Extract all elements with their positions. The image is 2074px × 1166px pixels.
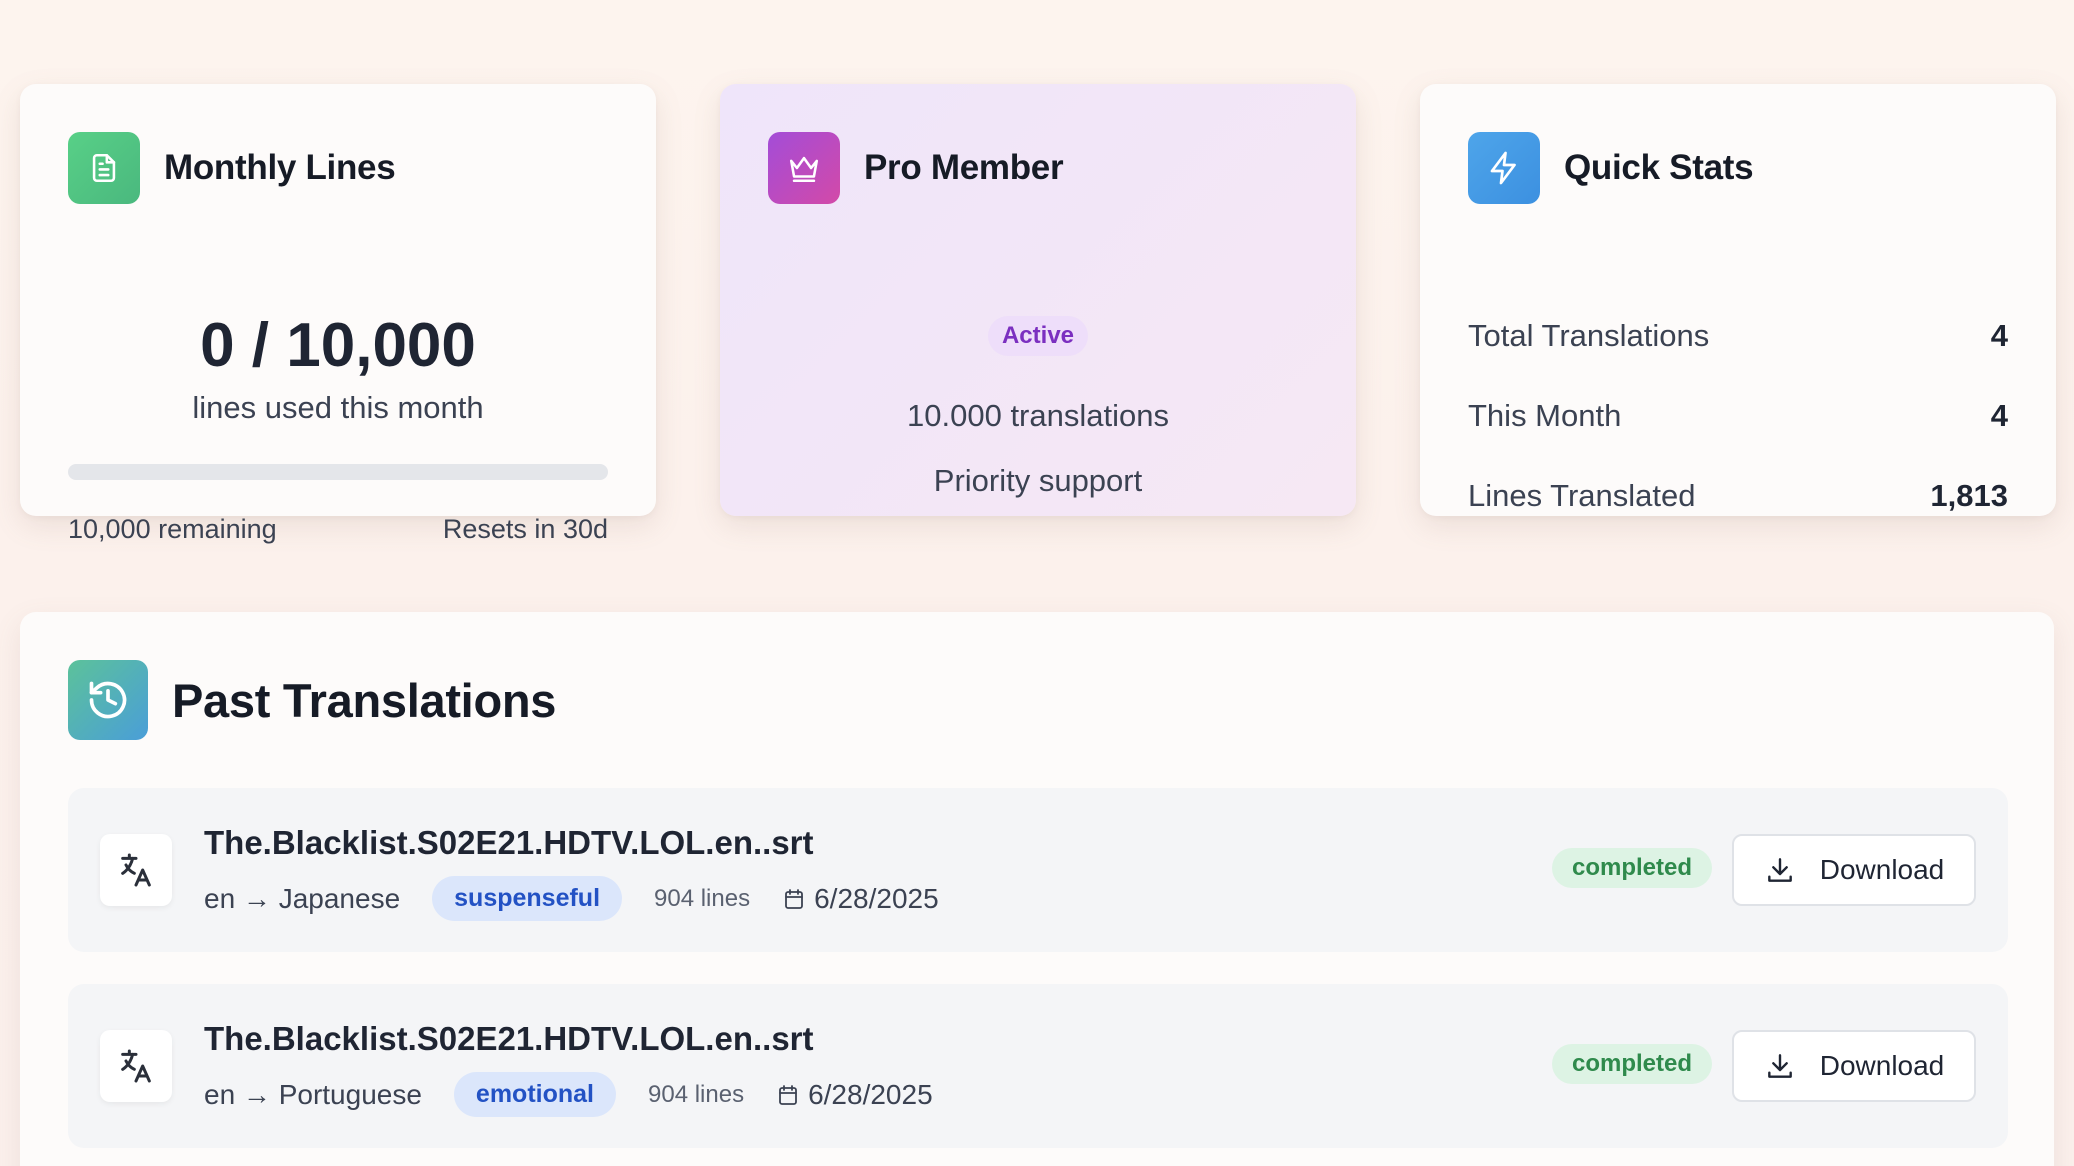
dashboard: Monthly Lines 0 / 10,000 lines used this… — [0, 0, 2074, 1166]
download-button[interactable]: Download — [1732, 834, 1976, 906]
stat-row: Total Translations 4 — [1468, 318, 2008, 354]
remaining-lines: 10,000 remaining — [68, 514, 277, 544]
quick-stats-card: Quick Stats Total Translations 4 This Mo… — [1420, 84, 2056, 516]
crown-icon — [768, 132, 840, 204]
feature-item: 10.000 translations — [907, 398, 1169, 433]
calendar-icon — [785, 888, 803, 909]
usage-progress-bar — [68, 464, 608, 480]
stat-value: 1,813 — [1930, 478, 2008, 513]
card-header: Quick Stats — [1468, 132, 1754, 204]
status-badge: completed — [1551, 1044, 1712, 1084]
date-text: 6/28/2025 — [808, 1078, 933, 1110]
language-pair: en → Portuguese — [204, 1078, 422, 1110]
translation-row: The.Blacklist.S02E21.HDTV.LOL.en..srt en… — [68, 984, 2008, 1148]
feature-item: Priority support — [933, 463, 1143, 498]
download-icon — [1767, 1054, 1792, 1078]
lightning-icon — [1468, 132, 1540, 204]
download-label: Download — [1819, 854, 1945, 885]
card-title: Quick Stats — [1564, 148, 1754, 187]
download-icon — [1767, 858, 1792, 882]
tone-badge: emotional — [453, 1072, 616, 1117]
card-header: Pro Member — [768, 132, 1064, 204]
status-badge: completed — [1551, 848, 1712, 888]
tone-badge: suspenseful — [432, 876, 623, 921]
past-translations-panel: Past Translations The.Blacklist.S02E21.H… — [20, 612, 2054, 1166]
translate-icon — [100, 834, 172, 906]
reset-countdown: Resets in 30d — [442, 514, 608, 544]
line-count: 904 lines — [648, 1080, 745, 1108]
file-name: The.Blacklist.S02E21.HDTV.LOL.en..srt — [204, 1020, 814, 1057]
download-label: Download — [1819, 1050, 1945, 1081]
card-title: Monthly Lines — [164, 148, 396, 187]
document-icon — [68, 132, 140, 204]
date: 6/28/2025 — [776, 1079, 933, 1111]
stat-row: Lines Translated 1,813 — [1468, 478, 2008, 514]
membership-card: Pro Member Active 10.000 translations Pr… — [720, 84, 1356, 516]
row-meta: en → Portuguese emotional 904 lines 6/28… — [204, 1072, 933, 1117]
translate-icon — [100, 1030, 172, 1102]
card-header: Monthly Lines — [68, 132, 396, 204]
translation-row: The.Blacklist.S02E21.HDTV.LOL.en..srt en… — [68, 788, 2008, 952]
language-pair: en → Japanese — [204, 882, 401, 914]
calendar-icon — [779, 1084, 797, 1105]
history-icon — [68, 660, 148, 740]
date: 6/28/2025 — [782, 883, 939, 915]
line-count: 904 lines — [654, 884, 751, 912]
panel-title: Past Translations — [172, 673, 557, 727]
usage-count: 0 / 10,000 — [200, 311, 476, 380]
usage-caption: lines used this month — [192, 390, 484, 425]
file-name: The.Blacklist.S02E21.HDTV.LOL.en..srt — [204, 824, 814, 861]
stat-label: Lines Translated — [1468, 478, 1696, 513]
stat-label: Total Translations — [1468, 318, 1710, 353]
stat-row: This Month 4 — [1468, 398, 2008, 434]
stat-value: 4 — [1990, 398, 2008, 433]
panel-header: Past Translations — [68, 660, 556, 740]
row-meta: en → Japanese suspenseful 904 lines 6/28… — [204, 876, 939, 921]
card-title: Pro Member — [864, 148, 1064, 187]
date-text: 6/28/2025 — [814, 882, 939, 914]
stat-value: 4 — [1990, 318, 2008, 353]
stat-label: This Month — [1468, 398, 1622, 433]
monthly-lines-card: Monthly Lines 0 / 10,000 lines used this… — [20, 84, 656, 544]
status-badge: Active — [987, 316, 1089, 356]
download-button[interactable]: Download — [1732, 1030, 1976, 1102]
